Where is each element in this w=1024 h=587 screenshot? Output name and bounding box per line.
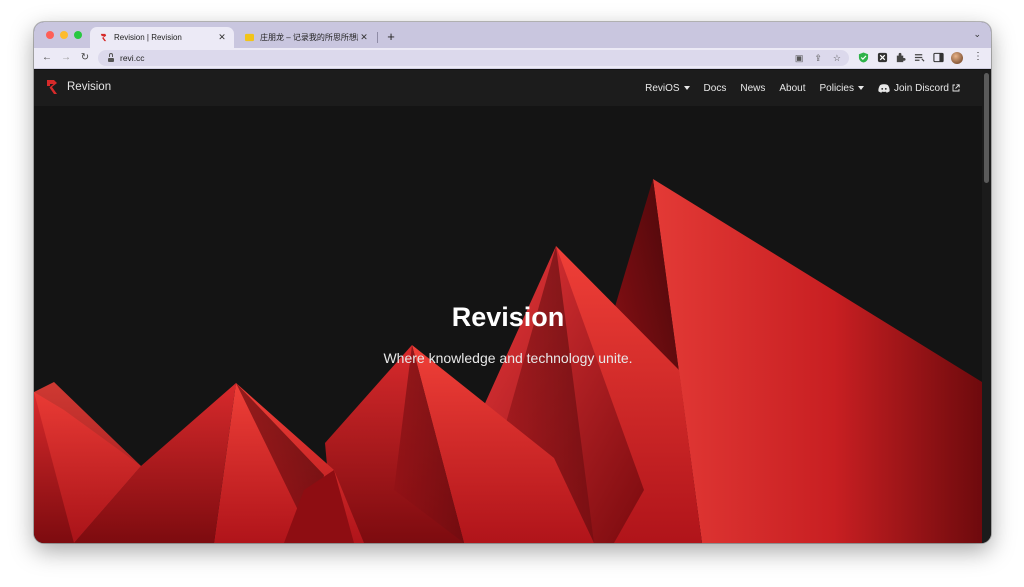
page-scrollbar[interactable] — [982, 70, 991, 543]
address-bar[interactable]: revi.cc ▣ ⇪ ☆ — [98, 50, 849, 66]
reading-list-icon[interactable] — [914, 52, 925, 63]
tab-close-icon[interactable]: ✕ — [358, 32, 370, 43]
caret-down-icon — [683, 86, 690, 90]
new-tab-button[interactable]: + — [382, 28, 400, 46]
minimize-window-button[interactable] — [60, 31, 68, 39]
share-icon[interactable]: ⇪ — [814, 53, 822, 64]
profile-avatar[interactable] — [951, 52, 963, 64]
forward-button[interactable]: → — [59, 51, 73, 65]
tab-search-button[interactable]: ⌄ — [973, 29, 981, 40]
lock-icon[interactable] — [108, 53, 114, 62]
close-window-button[interactable] — [46, 31, 54, 39]
tab-title: Revision | Revision — [114, 33, 182, 42]
tab-title: 庄朋龙 – 记录我的所思所想所得（ — [260, 33, 358, 42]
browser-toolbar: ← → ↻ revi.cc ▣ ⇪ ☆ ⋮ — [34, 48, 991, 69]
nav-label: Join Discord — [893, 82, 949, 94]
nav-label: News — [740, 82, 766, 94]
nav-news[interactable]: News — [740, 83, 765, 94]
translate-icon[interactable]: ▣ — [795, 53, 804, 64]
nav-policies-dropdown[interactable]: Policies — [820, 83, 864, 94]
nav-label: ReviOS — [645, 82, 680, 94]
nav-links: ReviOS Docs News About Policies Join Dis… — [645, 70, 960, 106]
scrollbar-thumb[interactable] — [984, 73, 989, 183]
browser-window: Revision | Revision ✕ 庄朋龙 – 记录我的所思所想所得（ … — [34, 22, 991, 543]
site-navbar: Revision ReviOS Docs News About Policies — [34, 70, 982, 106]
revision-favicon-icon — [100, 33, 107, 42]
extensions-puzzle-icon[interactable] — [895, 52, 906, 63]
back-button[interactable]: ← — [40, 51, 54, 65]
hero-subtitle: Where knowledge and technology unite. — [383, 350, 633, 366]
web-page: Revision ReviOS Docs News About Policies — [34, 70, 991, 543]
external-link-icon — [952, 84, 960, 92]
discord-icon — [878, 83, 890, 93]
reload-button[interactable]: ↻ — [78, 51, 92, 65]
tab-divider — [377, 32, 378, 43]
maximize-window-button[interactable] — [74, 31, 82, 39]
tab-strip: Revision | Revision ✕ 庄朋龙 – 记录我的所思所想所得（ … — [34, 22, 991, 48]
url-text[interactable]: revi.cc — [120, 53, 145, 63]
shield-extension-icon[interactable] — [858, 52, 869, 63]
side-panel-icon[interactable] — [933, 52, 944, 63]
hero-title: Revision — [451, 302, 565, 332]
bookmark-star-icon[interactable]: ☆ — [833, 53, 841, 64]
nav-join-discord[interactable]: Join Discord — [878, 83, 960, 94]
brand-link[interactable]: Revision — [46, 79, 111, 95]
x-extension-icon[interactable] — [877, 52, 888, 63]
tab-revision[interactable]: Revision | Revision ✕ — [90, 27, 234, 48]
nav-label: About — [779, 82, 806, 94]
nav-docs[interactable]: Docs — [704, 83, 727, 94]
brand-name: Revision — [67, 81, 112, 93]
nav-label: Policies — [819, 82, 854, 94]
nav-revios-dropdown[interactable]: ReviOS — [645, 82, 690, 94]
tab-close-icon[interactable]: ✕ — [216, 32, 228, 43]
tab-blog[interactable]: 庄朋龙 – 记录我的所思所想所得（ ✕ — [236, 27, 376, 48]
nav-about[interactable]: About — [779, 83, 805, 94]
nav-label: Docs — [703, 82, 727, 94]
revision-logo-icon — [47, 80, 57, 94]
folder-favicon-icon — [245, 33, 254, 42]
caret-down-icon — [857, 86, 864, 90]
browser-menu-icon[interactable]: ⋮ — [973, 51, 983, 62]
